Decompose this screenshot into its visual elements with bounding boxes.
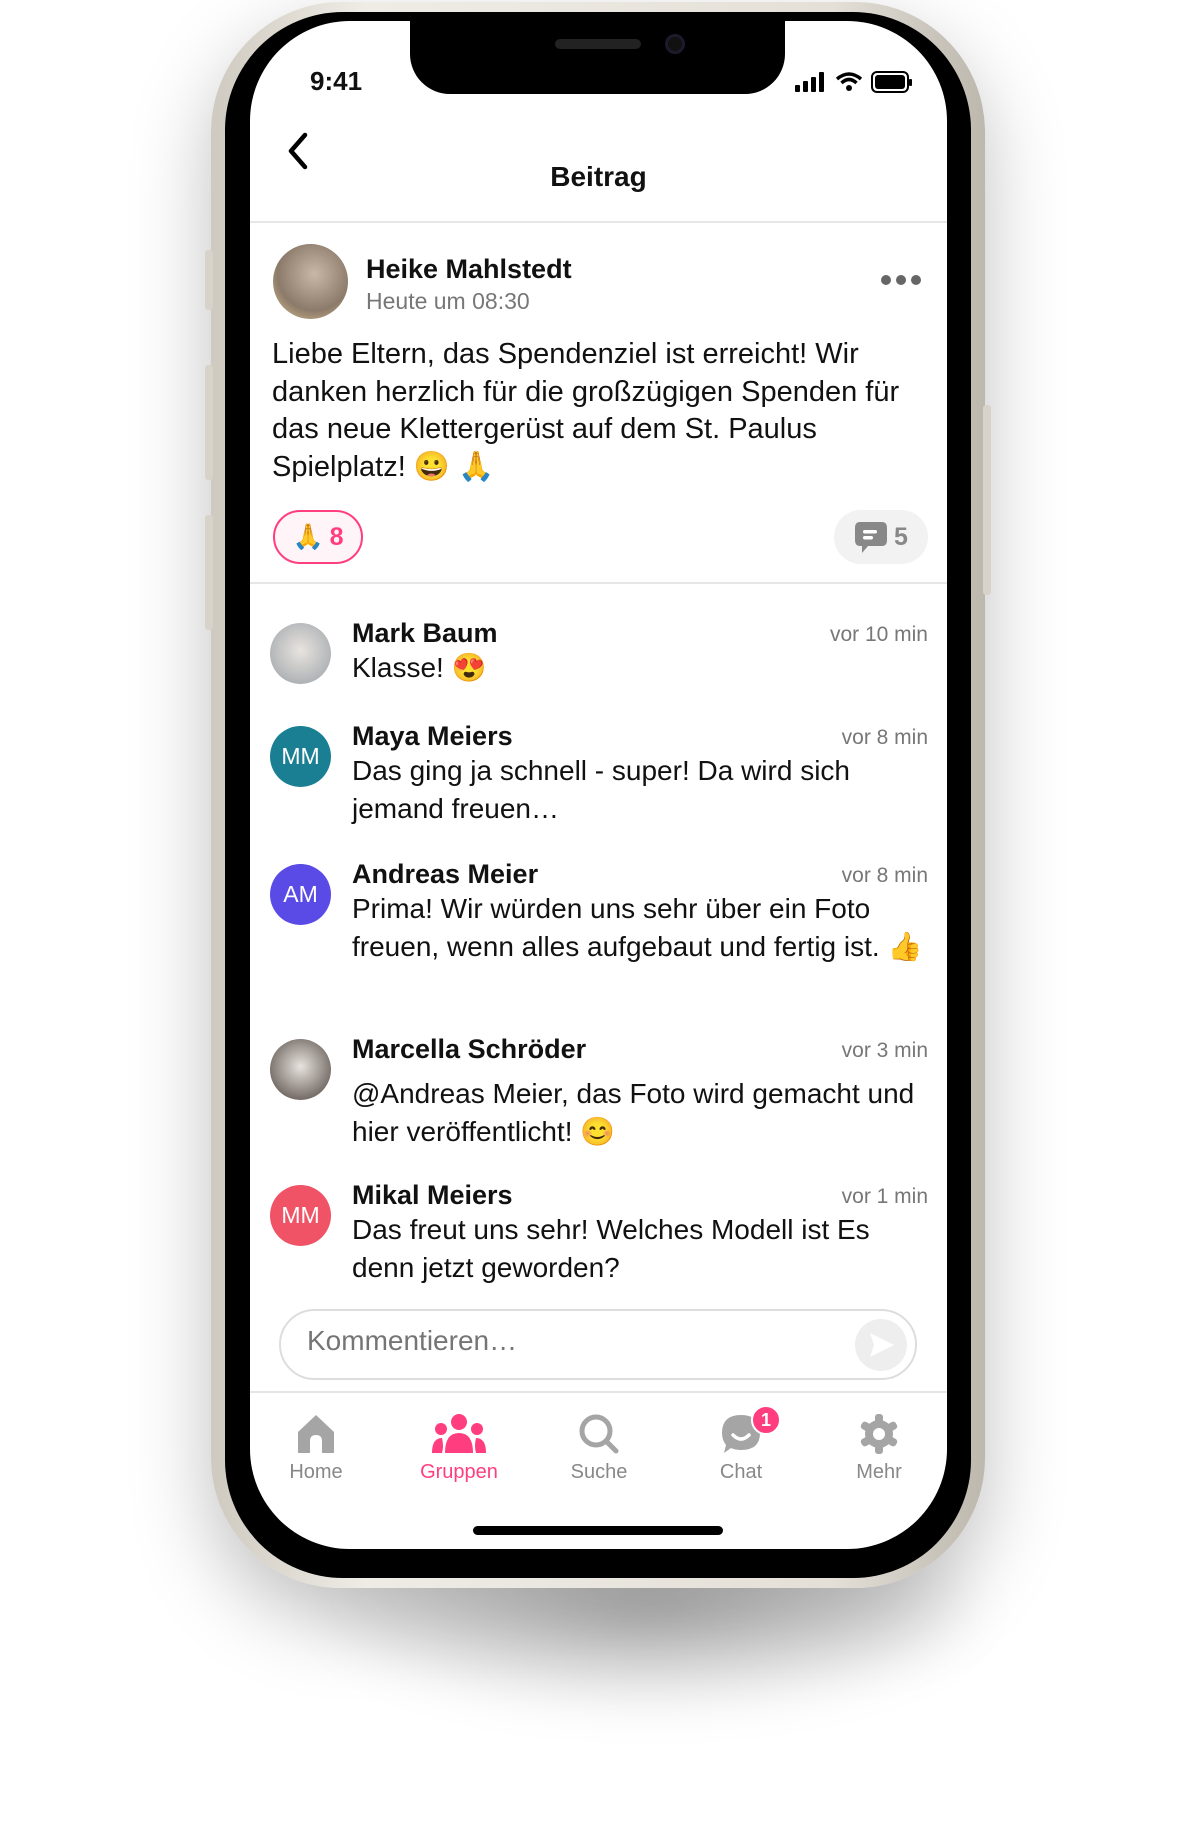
reaction-emoji: 🙏 — [292, 522, 324, 551]
comment-text: Das freut uns sehr! Welches Modell ist E… — [352, 1214, 870, 1283]
nav-gruppen[interactable]: Gruppen — [399, 1413, 519, 1484]
status-icons — [795, 71, 913, 93]
comment-input-container — [279, 1309, 917, 1380]
divider — [250, 221, 947, 223]
wifi-icon — [835, 72, 863, 91]
home-indicator — [473, 1526, 723, 1535]
reaction-count: 8 — [329, 522, 344, 551]
chat-badge: 1 — [751, 1405, 781, 1435]
power-button — [983, 405, 991, 595]
screen: 9:41 Beitrag Heike Mahlstedt Heute um 08… — [250, 21, 947, 1549]
notch — [410, 21, 785, 94]
comment-avatar[interactable]: MM — [270, 726, 331, 787]
home-icon — [298, 1415, 334, 1453]
comment-avatar[interactable] — [270, 623, 331, 684]
divider — [250, 1391, 947, 1393]
nav-label: Gruppen — [420, 1461, 498, 1483]
nav-mehr[interactable]: Mehr — [819, 1413, 939, 1484]
divider — [250, 582, 947, 584]
comment-bubble-icon — [855, 522, 888, 553]
battery-icon — [871, 71, 912, 93]
nav-label: Home — [289, 1461, 343, 1483]
comment-avatar[interactable]: MM — [270, 1185, 331, 1246]
groups-icon — [432, 1414, 486, 1453]
nav-suche[interactable]: Suche — [539, 1413, 659, 1484]
comment-text: Prima! Wir würden uns sehr über ein Foto… — [352, 893, 923, 962]
more-options-icon[interactable] — [880, 274, 922, 286]
search-icon — [579, 1414, 619, 1454]
volume-up-button — [205, 365, 213, 480]
silent-switch — [205, 250, 213, 310]
comment-time: vor 8 min — [841, 726, 928, 749]
comment-input[interactable] — [307, 1325, 837, 1357]
comment-author[interactable]: Maya Meiers — [352, 721, 513, 752]
gear-icon — [860, 1414, 898, 1454]
nav-home[interactable]: Home — [256, 1413, 376, 1484]
post-text: Liebe Eltern, das Spendenziel ist erreic… — [272, 338, 900, 483]
comment-avatar[interactable] — [270, 1039, 331, 1100]
comment-text: @Andreas Meier, das Foto wird gemacht un… — [352, 1078, 915, 1147]
comment-time: vor 1 min — [841, 1185, 928, 1208]
nav-label: Chat — [719, 1461, 763, 1483]
comment-author[interactable]: Mark Baum — [352, 618, 498, 649]
status-time: 9:41 — [310, 66, 363, 96]
nav-label: Suche — [570, 1461, 628, 1483]
comment-author[interactable]: Andreas Meier — [352, 859, 538, 890]
comments-count-button[interactable]: 5 — [834, 510, 928, 564]
comment-time: vor 10 min — [829, 623, 928, 646]
comment-author[interactable]: Mikal Meiers — [352, 1180, 513, 1211]
post-time: Heute um 08:30 — [366, 288, 530, 314]
author-avatar[interactable] — [273, 244, 348, 319]
nav-chat[interactable]: 1 Chat — [681, 1405, 801, 1484]
comment-time: vor 3 min — [841, 1039, 928, 1062]
signal-icon — [795, 72, 824, 92]
page-title: Beitrag — [550, 161, 647, 192]
volume-down-button — [205, 515, 213, 630]
comment-avatar[interactable]: AM — [270, 864, 331, 925]
comment-text: Klasse! 😍 — [352, 652, 487, 683]
reaction-button[interactable]: 🙏 8 — [273, 510, 363, 564]
send-button[interactable] — [855, 1319, 907, 1371]
post-author[interactable]: Heike Mahlstedt — [366, 254, 572, 285]
comment-text: Das ging ja schnell - super! Da wird sic… — [352, 755, 850, 824]
send-icon — [870, 1333, 894, 1357]
comment-count: 5 — [894, 522, 908, 551]
comment-author[interactable]: Marcella Schröder — [352, 1034, 586, 1065]
nav-label: Mehr — [856, 1461, 902, 1483]
comment-time: vor 8 min — [841, 864, 928, 887]
